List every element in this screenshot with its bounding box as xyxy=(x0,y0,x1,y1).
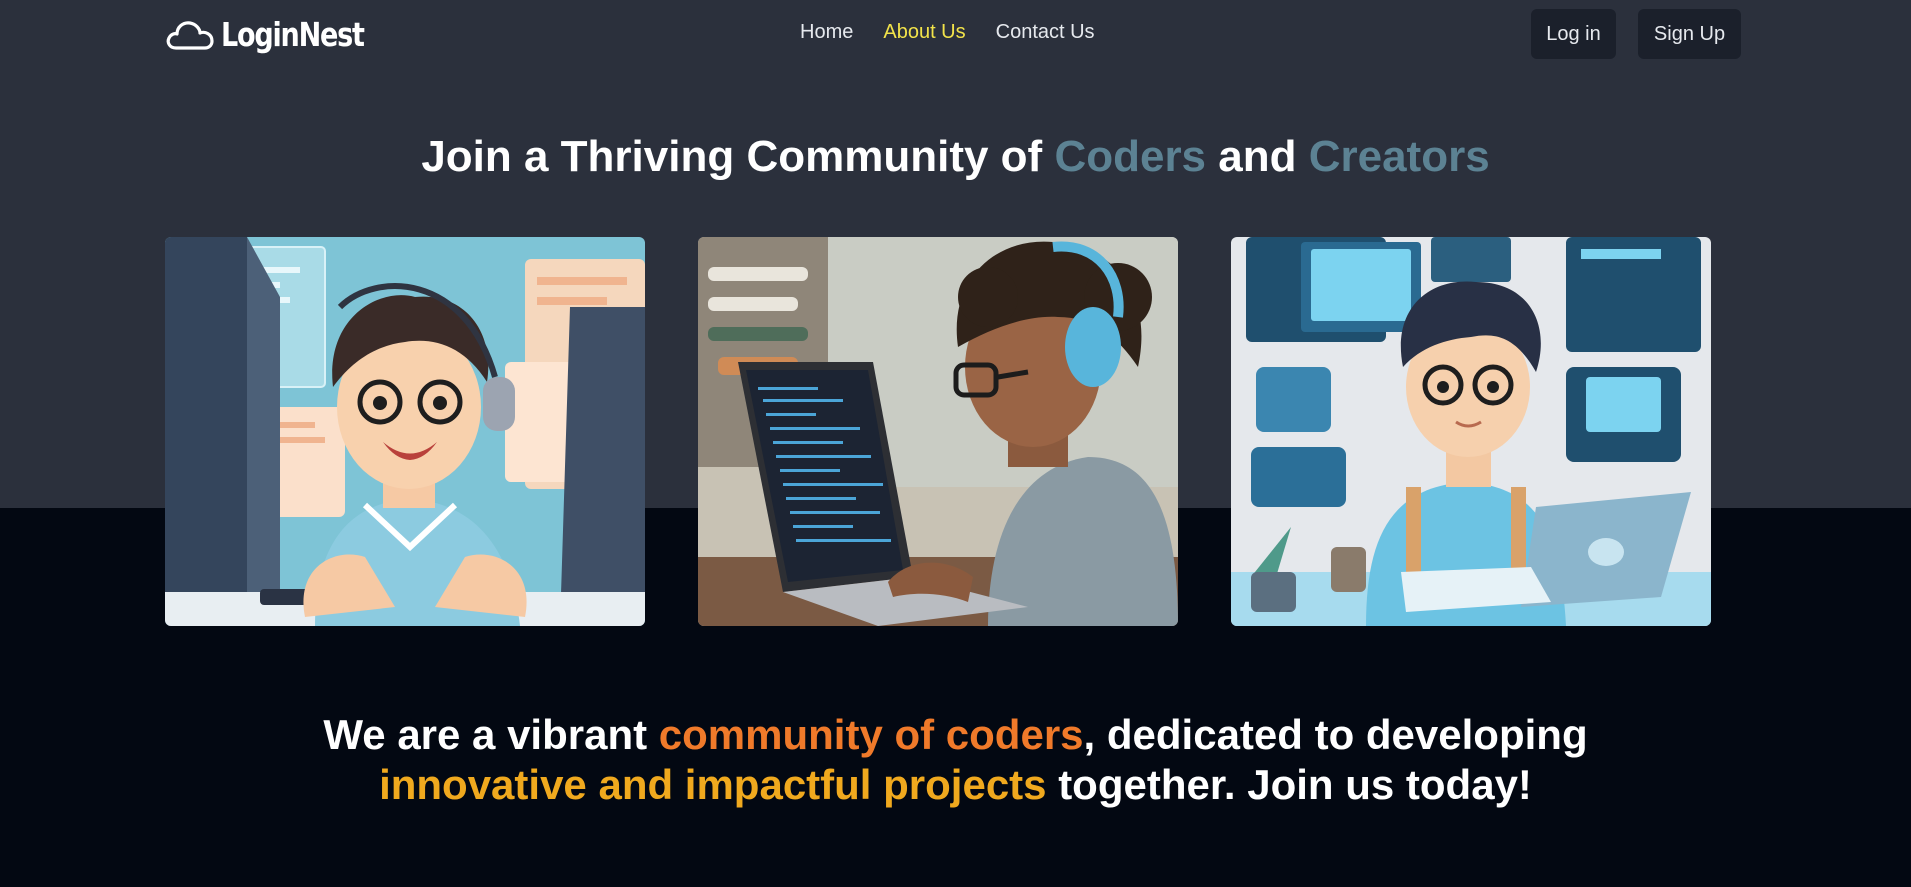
illustration-card-2 xyxy=(698,237,1178,626)
cloud-icon xyxy=(166,21,214,50)
tagline-highlight-projects: innovative and impactful projects xyxy=(379,761,1047,808)
hero-accent-coders: Coders xyxy=(1054,132,1207,181)
hero-title: Join a Thriving Community of Coders and … xyxy=(421,132,1490,181)
illustration-card-1 xyxy=(165,237,645,626)
brand-name: LoginNest xyxy=(221,14,365,54)
illustration-card-3 xyxy=(1231,237,1711,626)
coder-laptop-illustration xyxy=(698,237,1178,626)
tagline: We are a vibrant community of coders, de… xyxy=(323,711,1588,808)
nav-link-contact-us[interactable]: Contact Us xyxy=(996,21,1095,44)
coder-screens-illustration xyxy=(1231,237,1711,626)
signup-button[interactable]: Sign Up xyxy=(1638,9,1741,59)
coder-headset-illustration xyxy=(165,237,645,626)
illustration-cards xyxy=(165,237,1711,626)
auth-actions: Log in Sign Up xyxy=(1531,9,1741,59)
login-button[interactable]: Log in xyxy=(1531,9,1616,59)
hero-accent-creators: Creators xyxy=(1308,132,1490,181)
nav-link-about-us[interactable]: About Us xyxy=(883,21,965,44)
tagline-highlight-community: community of coders xyxy=(658,711,1084,758)
nav-link-home[interactable]: Home xyxy=(800,21,853,44)
nav-links: Home About Us Contact Us xyxy=(800,21,1095,44)
navbar: LoginNest Home About Us Contact Us Log i… xyxy=(0,0,1911,68)
brand-logo[interactable]: LoginNest xyxy=(165,12,395,56)
